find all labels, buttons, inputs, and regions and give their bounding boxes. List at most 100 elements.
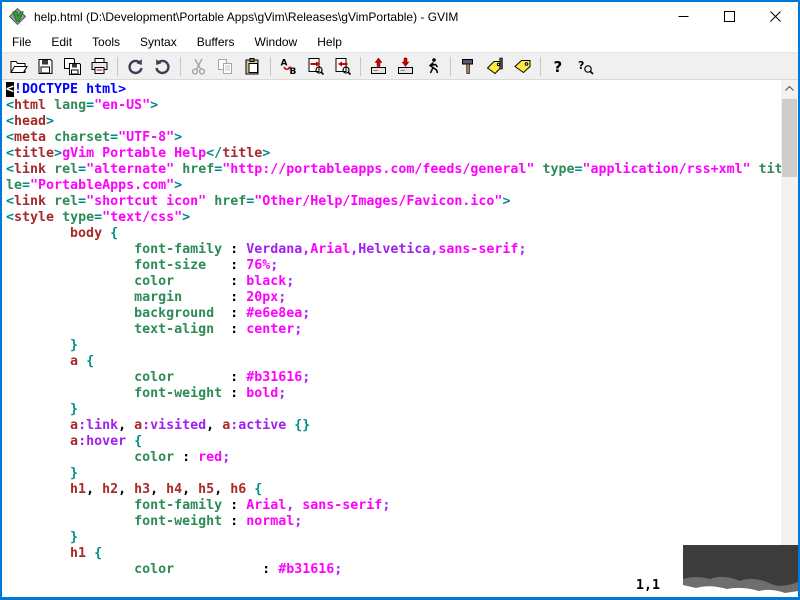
findnext-icon — [308, 57, 325, 75]
toolbar-separator — [270, 56, 271, 76]
make-button[interactable] — [455, 54, 482, 78]
findhelp-icon: ? — [578, 59, 594, 75]
redo-icon — [155, 58, 170, 74]
code-line: } — [70, 530, 79, 545]
runscript-icon — [428, 57, 439, 73]
code-line: font-weight : normal; — [134, 514, 303, 529]
toolbar: A B?? — [2, 52, 798, 80]
runscript-button[interactable] — [419, 54, 446, 78]
save-icon — [38, 58, 53, 74]
vim-logo-icon — [9, 8, 26, 25]
findhelp-button[interactable]: ? — [572, 54, 599, 78]
runctags-icon — [486, 57, 503, 74]
toolbar-separator — [540, 56, 541, 76]
code-line: margin : 20px; — [134, 290, 287, 305]
code-line: font-family : Arial, sans-serif; — [134, 498, 391, 513]
maximize-button[interactable] — [706, 2, 752, 31]
toolbar-separator — [180, 56, 181, 76]
toolbar-separator — [450, 56, 451, 76]
text-cursor: < — [6, 82, 15, 97]
print-button[interactable] — [86, 54, 113, 78]
code-line: } — [70, 338, 79, 353]
menu-syntax[interactable]: Syntax — [130, 32, 187, 52]
chevron-up-icon — [785, 86, 794, 91]
editor-area[interactable]: <!DOCTYPE html> <html lang="en-US"> <head>… — [2, 80, 781, 597]
editor-text: <!DOCTYPE html> <html lang="en-US"> <head>… — [2, 80, 781, 578]
menu-edit[interactable]: Edit — [41, 32, 82, 52]
ruler-position: 1,1 — [636, 578, 661, 593]
copy-icon — [218, 58, 232, 74]
help-button[interactable]: ? — [545, 54, 572, 78]
vertical-scrollbar[interactable] — [781, 80, 798, 592]
savesesn-icon — [398, 57, 413, 74]
cut-button — [185, 54, 212, 78]
savesesn-button[interactable] — [392, 54, 419, 78]
cut-icon — [191, 58, 206, 75]
replace-button[interactable]: AB — [275, 54, 302, 78]
undo-button[interactable] — [122, 54, 149, 78]
code-line: color : red; — [134, 450, 231, 465]
code-line: color : #b31616; — [134, 370, 311, 385]
code-line: a { — [70, 354, 95, 369]
paste-button[interactable] — [239, 54, 266, 78]
code-line: h1 { — [70, 546, 103, 561]
close-icon — [769, 11, 781, 22]
saveall-icon — [64, 57, 81, 75]
code-line: a:link, a:visited, a:active {} — [70, 418, 311, 433]
svg-text:B: B — [290, 67, 297, 76]
code-line: } — [70, 402, 79, 417]
menu-file[interactable]: File — [2, 32, 41, 52]
code-line: body { — [70, 226, 119, 241]
maximize-icon — [723, 11, 735, 22]
tagjump-button[interactable] — [509, 54, 536, 78]
tagjump-icon — [514, 59, 531, 73]
open-button[interactable] — [5, 54, 32, 78]
code-line: <link rel="alternate" href="http://porta… — [6, 162, 781, 177]
code-line: background : #e6e8ea; — [134, 306, 311, 321]
code-line: font-weight : bold; — [134, 386, 287, 401]
menu-tools[interactable]: Tools — [82, 32, 130, 52]
loadsesn-icon — [371, 57, 386, 74]
svg-text:?: ? — [554, 58, 563, 76]
toolbar-separator — [360, 56, 361, 76]
code-line: <link rel="shortcut icon" href="Other/He… — [6, 194, 511, 209]
scrollbar-thumb[interactable] — [782, 99, 797, 177]
paste-icon — [245, 57, 259, 74]
save-button[interactable] — [32, 54, 59, 78]
window-controls — [660, 2, 798, 31]
code-line: <!DOCTYPE html> — [6, 82, 127, 97]
svg-text:?: ? — [578, 59, 584, 72]
runctags-button[interactable] — [482, 54, 509, 78]
title-bar: help.html (D:\Development\Portable Apps\… — [2, 2, 798, 31]
findprev-button[interactable] — [329, 54, 356, 78]
code-line: color : #b31616; — [134, 562, 343, 577]
open-icon — [10, 60, 28, 73]
code-line: <title>gVim Portable Help</title> — [6, 146, 271, 161]
minimize-button[interactable] — [660, 2, 706, 31]
code-line: <html lang="en-US"> — [6, 98, 159, 113]
findprev-icon — [335, 57, 352, 75]
code-line: } — [70, 466, 79, 481]
menu-buffers[interactable]: Buffers — [187, 32, 245, 52]
findnext-button[interactable] — [302, 54, 329, 78]
code-line: font-size : 76%; — [134, 258, 279, 273]
copy-button — [212, 54, 239, 78]
scrollbar-up-button[interactable] — [781, 80, 798, 97]
code-line: le="PortableApps.com"> — [6, 178, 183, 193]
loadsesn-button[interactable] — [365, 54, 392, 78]
saveall-button[interactable] — [59, 54, 86, 78]
print-icon — [91, 57, 108, 74]
code-line: color : black; — [134, 274, 295, 289]
redo-button[interactable] — [149, 54, 176, 78]
close-button[interactable] — [752, 2, 798, 31]
help-icon: ? — [554, 58, 563, 76]
code-line: <head> — [6, 114, 55, 129]
code-line: font-family : Verdana,Arial,Helvetica,sa… — [134, 242, 527, 257]
menu-bar: File Edit Tools Syntax Buffers Window Help — [2, 31, 798, 52]
code-line: a:hover { — [70, 434, 143, 449]
code-line: text-align : center; — [134, 322, 303, 337]
replace-icon: AB — [281, 58, 297, 76]
toolbar-separator — [117, 56, 118, 76]
menu-help[interactable]: Help — [307, 32, 352, 52]
menu-window[interactable]: Window — [245, 32, 308, 52]
